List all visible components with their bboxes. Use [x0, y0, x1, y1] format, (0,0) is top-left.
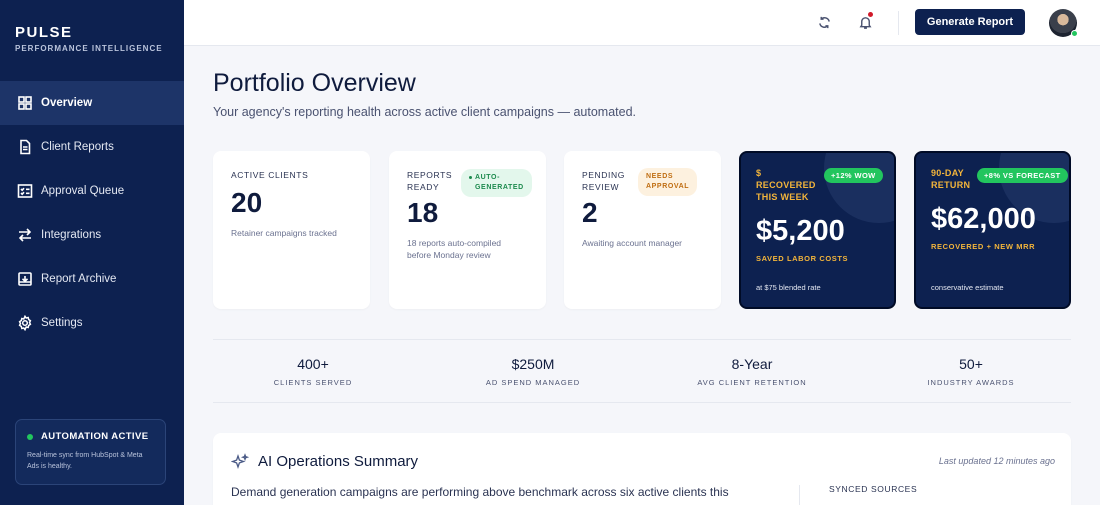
archive-icon — [17, 271, 33, 287]
highlight-label-line: THIS WEEK — [756, 192, 809, 202]
badge-line: APPROVAL — [646, 183, 690, 190]
kpi-card-pending-review: PENDING REVIEW NEEDS APPROVAL 2 Awaiting… — [564, 151, 721, 309]
arrows-swap-icon — [17, 227, 33, 243]
highlight-caption: SAVED LABOR COSTS — [756, 254, 849, 263]
page-subtitle: Your agency's reporting health across ac… — [213, 105, 636, 119]
highlight-card-recovered: $ RECOVERED THIS WEEK +12% WOW $5,200 SA… — [739, 151, 896, 309]
sidebar-nav: Overview Client Reports Approval Queue I… — [0, 81, 184, 345]
highlight-note: conservative estimate — [931, 283, 1004, 292]
kpi-description: 18 reports auto-compiled before Monday r… — [407, 237, 528, 261]
sparkle-icon — [231, 453, 249, 470]
stat-label: AD SPEND MANAGED — [485, 378, 581, 387]
kpi-description-line: 18 reports auto-compiled — [407, 238, 502, 248]
badge-line: GENERATED — [475, 184, 524, 191]
ai-summary-text: Demand generation campaigns are performi… — [231, 485, 729, 499]
kpi-description-line: before Monday review — [407, 250, 491, 260]
highlight-value: $62,000 — [931, 203, 1036, 235]
topbar: Generate Report — [184, 0, 1100, 46]
notification-dot — [868, 12, 873, 17]
avatar[interactable] — [1049, 9, 1078, 37]
sidebar-item-label: Overview — [41, 97, 93, 109]
badge-line: NEEDS — [646, 173, 674, 180]
highlight-caption: RECOVERED + NEW MRR — [931, 242, 1036, 251]
gear-icon — [17, 315, 33, 331]
sync-button[interactable] — [814, 12, 834, 32]
highlight-note: at $75 blended rate — [756, 283, 821, 292]
kpi-description: Awaiting account manager — [582, 238, 683, 248]
ai-summary-timestamp: Last updated 12 minutes ago — [938, 456, 1055, 466]
stats-strip: 400+ CLIENTS SERVED $250M AD SPEND MANAG… — [213, 339, 1071, 403]
automation-title-text: AUTOMATION ACTIVE — [41, 431, 149, 442]
notifications-button[interactable] — [855, 12, 875, 32]
sidebar-item-settings[interactable]: Settings — [0, 301, 184, 345]
sidebar-item-client-reports[interactable]: Client Reports — [0, 125, 184, 169]
sidebar-item-label: Approval Queue — [41, 185, 125, 197]
sidebar: PULSE PERFORMANCE INTELLIGENCE Overview … — [0, 0, 184, 505]
kpi-label: ACTIVE CLIENTS — [231, 170, 309, 180]
stat-value: 50+ — [959, 356, 983, 372]
kpi-value: 20 — [231, 187, 263, 218]
page-title: Portfolio Overview — [213, 69, 416, 97]
generate-report-button[interactable]: Generate Report — [915, 9, 1025, 35]
sidebar-item-label: Client Reports — [41, 141, 114, 153]
checklist-icon — [17, 183, 33, 199]
kpi-description: Retainer campaigns tracked — [231, 228, 337, 238]
stat-item: $250M AD SPEND MANAGED — [433, 356, 633, 387]
status-dot-icon — [27, 433, 33, 440]
stat-value: 400+ — [297, 356, 329, 372]
status-badge: AUTO- GENERATED — [461, 169, 532, 197]
online-status-dot — [1071, 30, 1078, 37]
status-badge: +12% WOW — [824, 168, 883, 183]
stat-item: 8-Year AVG CLIENT RETENTION — [652, 356, 852, 387]
stat-value: $250M — [511, 356, 555, 372]
document-icon — [17, 139, 33, 155]
sidebar-item-report-archive[interactable]: Report Archive — [0, 257, 184, 301]
stat-label: AVG CLIENT RETENTION — [697, 378, 807, 387]
synced-sources-label: SYNCED SOURCES — [829, 484, 918, 494]
sidebar-item-approval-queue[interactable]: Approval Queue — [0, 169, 184, 213]
sidebar-item-overview[interactable]: Overview — [0, 81, 184, 125]
sync-icon — [818, 16, 830, 28]
highlight-value: $5,200 — [756, 215, 845, 247]
automation-status-card: AUTOMATION ACTIVE Real-time sync from Hu… — [15, 419, 166, 485]
ai-summary-card: AI Operations Summary Last updated 12 mi… — [213, 433, 1071, 505]
stat-label: CLIENTS SERVED — [273, 378, 353, 387]
sidebar-item-label: Report Archive — [41, 273, 117, 285]
stat-item: 400+ CLIENTS SERVED — [213, 356, 413, 387]
sidebar-item-integrations[interactable]: Integrations — [0, 213, 184, 257]
stat-label: INDUSTRY AWARDS — [927, 378, 1015, 387]
badge-dot-icon — [469, 175, 472, 179]
kpi-card-active-clients: ACTIVE CLIENTS 20 Retainer campaigns tra… — [213, 151, 370, 309]
grid-icon — [17, 95, 33, 111]
ai-summary-divider — [799, 485, 800, 505]
brand-tagline: PERFORMANCE INTELLIGENCE — [15, 44, 163, 53]
sidebar-item-label: Integrations — [41, 229, 102, 241]
brand-name: PULSE — [15, 24, 73, 41]
ai-summary-title: AI Operations Summary — [258, 453, 419, 470]
brand: PULSE PERFORMANCE INTELLIGENCE — [15, 24, 163, 53]
automation-status-text: Real-time sync from HubSpot & Meta Ads i… — [27, 452, 143, 470]
kpi-card-reports-ready: REPORTS READY AUTO- GENERATED 18 18 repo… — [389, 151, 546, 309]
kpi-value: 18 — [407, 197, 439, 228]
badge-line: AUTO- — [475, 174, 501, 181]
highlight-card-90-day-return: 90-DAY RETURN +8% VS FORECAST $62,000 RE… — [914, 151, 1071, 309]
status-badge: NEEDS APPROVAL — [638, 168, 698, 196]
status-badge: +8% VS FORECAST — [977, 168, 1068, 183]
automation-status-title: AUTOMATION ACTIVE — [27, 431, 154, 442]
sidebar-item-label: Settings — [41, 317, 83, 329]
stat-value: 8-Year — [731, 356, 773, 372]
stat-item: 50+ INDUSTRY AWARDS — [871, 356, 1071, 387]
topbar-divider — [898, 11, 899, 35]
kpi-value: 2 — [582, 197, 598, 228]
